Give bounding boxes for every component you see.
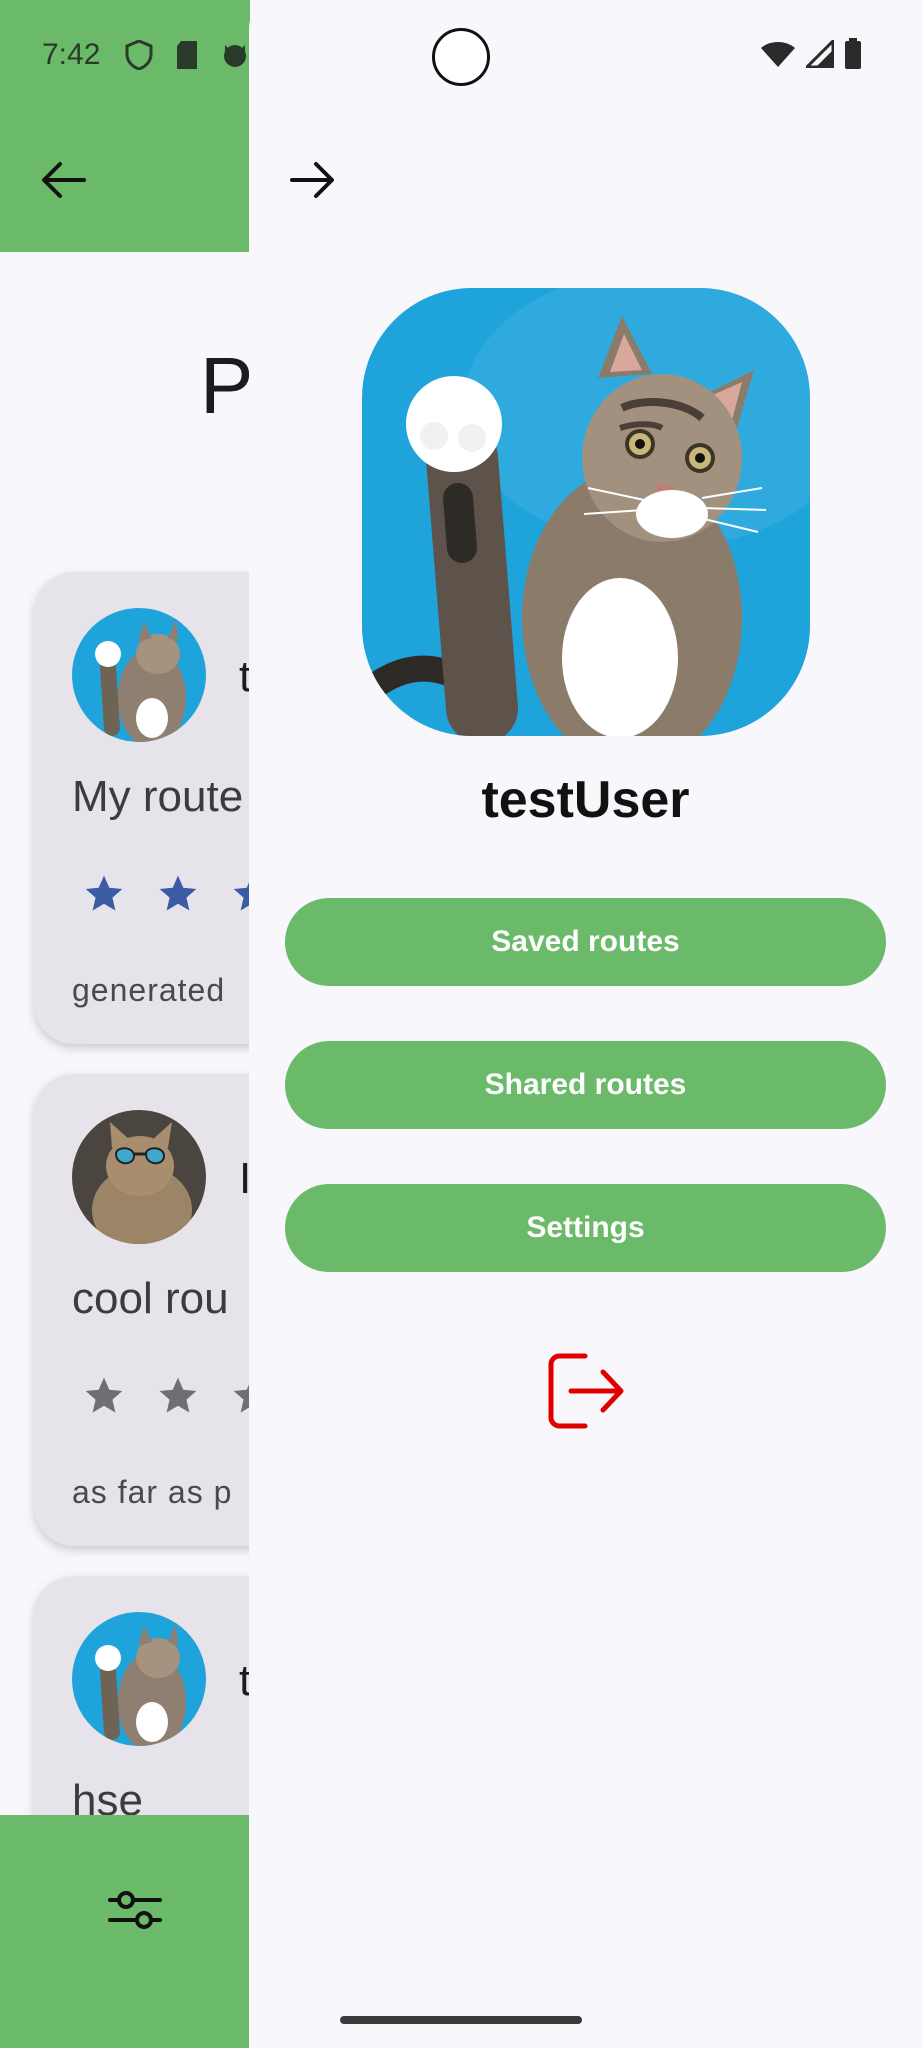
avatar (72, 608, 206, 742)
back-arrow-icon[interactable] (40, 160, 86, 200)
logout-icon[interactable] (545, 1350, 627, 1432)
top-app-bar (0, 0, 250, 252)
camera-cutout (432, 28, 490, 86)
signal-icon (806, 40, 834, 68)
route-description: generated (72, 972, 226, 1008)
rating-stars (82, 1374, 274, 1418)
close-drawer-arrow-icon[interactable] (290, 160, 336, 200)
route-title: My route (72, 772, 244, 821)
saved-routes-button[interactable]: Saved routes (285, 898, 886, 986)
route-description: as far as p (72, 1474, 233, 1510)
star-icon (159, 875, 197, 911)
profile-avatar (362, 288, 810, 736)
battery-icon (845, 38, 861, 69)
cat-icon (224, 45, 246, 67)
star-icon (85, 875, 123, 911)
shared-routes-button[interactable]: Shared routes (285, 1041, 886, 1129)
avatar (72, 1110, 206, 1244)
star-icon (85, 1377, 123, 1413)
wifi-icon (761, 42, 795, 67)
rating-stars (82, 872, 274, 916)
status-icons (125, 40, 249, 70)
avatar (72, 1612, 206, 1746)
home-indicator[interactable] (340, 2016, 582, 2024)
status-time: 7:42 (42, 38, 101, 71)
system-status-icons (760, 38, 862, 70)
username: testUser (481, 771, 690, 829)
sd-card-icon (177, 41, 197, 69)
page-title: P (200, 341, 254, 430)
filter-icon[interactable] (108, 1888, 162, 1932)
route-title: cool rou (72, 1274, 229, 1323)
settings-button[interactable]: Settings (285, 1184, 886, 1272)
star-icon (159, 1377, 197, 1413)
shield-icon (125, 40, 153, 70)
